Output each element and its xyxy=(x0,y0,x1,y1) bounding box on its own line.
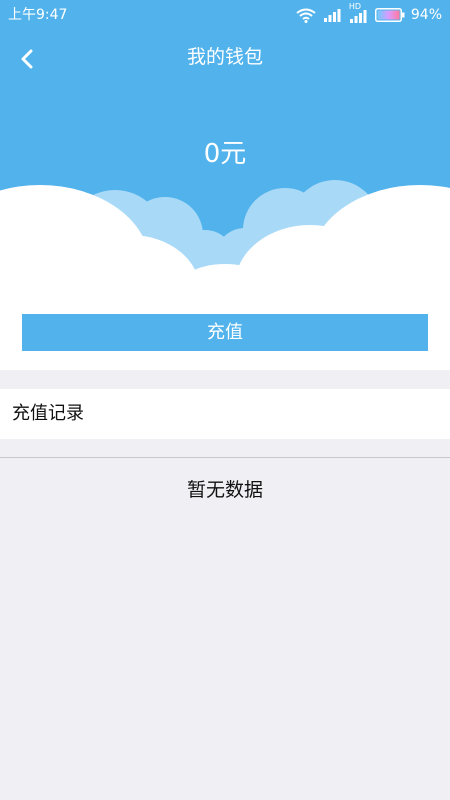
wifi-icon xyxy=(295,7,317,23)
status-icons: HD 94% xyxy=(295,3,442,25)
divider xyxy=(0,457,450,458)
balance-amount: 0元 xyxy=(203,139,247,169)
records-title: 充值记录 xyxy=(12,403,84,424)
signal-hd-icon: HD xyxy=(349,3,369,23)
wallet-header: 我的钱包 0元 xyxy=(0,30,450,290)
signal-icon xyxy=(323,8,343,22)
status-bar: 上午9:47 HD 94% xyxy=(0,0,450,30)
empty-state-text: 暂无数据 xyxy=(186,479,263,501)
battery-icon xyxy=(374,8,405,22)
status-time: 上午9:47 xyxy=(8,7,68,23)
page-title: 我的钱包 xyxy=(186,46,263,68)
records-section-header: 充值记录 xyxy=(0,389,450,439)
battery-percent: 94% xyxy=(410,7,442,23)
recharge-button[interactable]: 充值 xyxy=(22,314,428,351)
